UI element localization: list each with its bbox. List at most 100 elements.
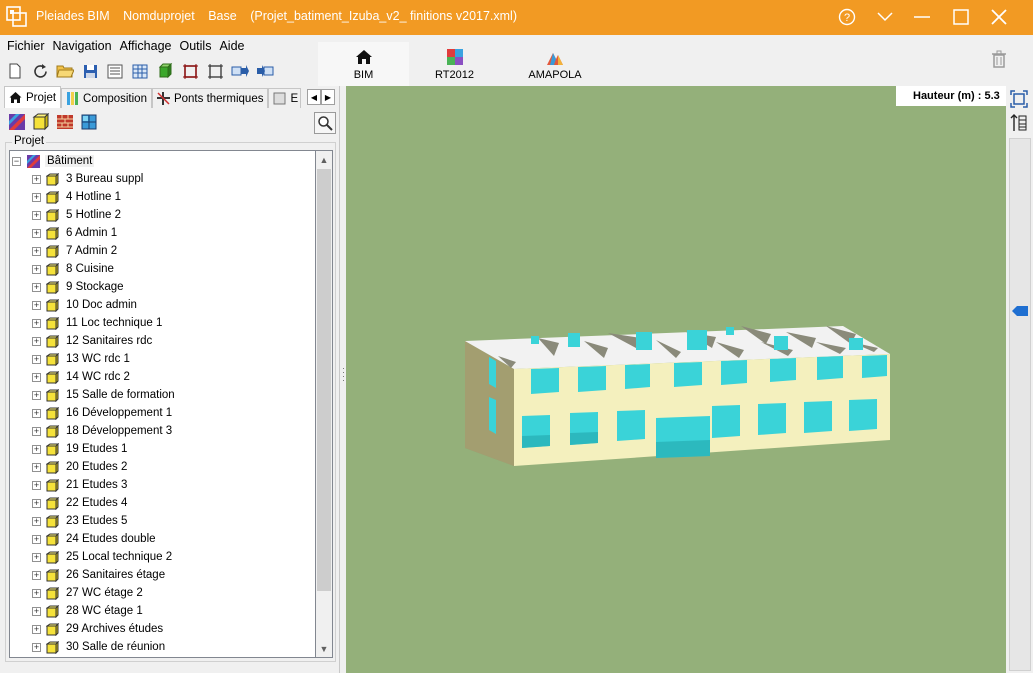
refresh-button[interactable] bbox=[29, 60, 51, 82]
expand-toggle[interactable]: + bbox=[32, 570, 41, 580]
tab-ponts-thermiques[interactable]: Ponts thermiques bbox=[151, 88, 269, 108]
expand-toggle[interactable]: + bbox=[32, 390, 41, 400]
expand-toggle[interactable]: + bbox=[32, 282, 41, 292]
expand-toggle[interactable]: + bbox=[32, 606, 41, 616]
collapse-toggle[interactable]: − bbox=[12, 156, 21, 166]
expand-toggle[interactable]: + bbox=[32, 498, 41, 508]
3d-view-button[interactable] bbox=[154, 60, 176, 82]
tree-item[interactable]: +30 Salle de réunion bbox=[32, 638, 165, 656]
height-slider[interactable] bbox=[1009, 138, 1031, 671]
expand-toggle[interactable]: + bbox=[32, 534, 41, 544]
trash-icon[interactable] bbox=[989, 49, 1009, 69]
tree-item[interactable]: +7 Admin 2 bbox=[32, 242, 117, 260]
expand-toggle[interactable]: + bbox=[32, 210, 41, 220]
wall-icon[interactable] bbox=[56, 113, 74, 131]
scroll-up-button[interactable]: ▲ bbox=[316, 151, 332, 168]
expand-toggle[interactable]: + bbox=[32, 462, 41, 472]
tab-amapola[interactable]: AMAPOLA bbox=[500, 42, 610, 86]
building-3d-model[interactable] bbox=[346, 86, 1006, 673]
tree-item[interactable]: +28 WC étage 1 bbox=[32, 602, 143, 620]
tree-item[interactable]: +20 Etudes 2 bbox=[32, 458, 127, 476]
menu-affichage[interactable]: Affichage bbox=[116, 39, 176, 53]
building-icon[interactable] bbox=[8, 113, 26, 131]
tree-item[interactable]: +29 Archives études bbox=[32, 620, 163, 638]
expand-toggle[interactable]: + bbox=[32, 642, 41, 652]
expand-toggle[interactable]: + bbox=[32, 426, 41, 436]
collapse-ribbon-button[interactable] bbox=[871, 4, 899, 30]
import-button[interactable] bbox=[254, 60, 276, 82]
frame-button[interactable] bbox=[179, 60, 201, 82]
tab-scroll-left-button[interactable]: ◀ bbox=[307, 89, 321, 105]
tree-item[interactable]: +14 WC rdc 2 bbox=[32, 368, 130, 386]
expand-toggle[interactable]: + bbox=[32, 444, 41, 454]
tree-item[interactable]: +9 Stockage bbox=[32, 278, 124, 296]
crop-button[interactable] bbox=[204, 60, 226, 82]
tree-item[interactable]: +27 WC étage 2 bbox=[32, 584, 143, 602]
tree-item[interactable]: +23 Etudes 5 bbox=[32, 512, 127, 530]
tree-item[interactable]: +26 Sanitaires étage bbox=[32, 566, 165, 584]
expand-toggle[interactable]: + bbox=[32, 174, 41, 184]
expand-toggle[interactable]: + bbox=[32, 480, 41, 490]
tree-item[interactable]: +13 WC rdc 1 bbox=[32, 350, 130, 368]
expand-toggle[interactable]: + bbox=[32, 516, 41, 526]
open-button[interactable] bbox=[54, 60, 76, 82]
search-button[interactable] bbox=[314, 112, 336, 134]
list-view-button[interactable] bbox=[104, 60, 126, 82]
tree-item[interactable]: +25 Local technique 2 bbox=[32, 548, 172, 566]
tab-bim[interactable]: BIM bbox=[318, 42, 409, 86]
tree-item[interactable]: +6 Admin 1 bbox=[32, 224, 117, 242]
tree-item[interactable]: +21 Etudes 3 bbox=[32, 476, 127, 494]
tab-rt2012[interactable]: RT2012 bbox=[409, 42, 500, 86]
tree-item[interactable]: +18 Développement 3 bbox=[32, 422, 172, 440]
expand-toggle[interactable]: + bbox=[32, 264, 41, 274]
tree-scrollbar[interactable]: ▲ ▼ bbox=[316, 150, 333, 658]
tree-item[interactable]: +11 Loc technique 1 bbox=[32, 314, 162, 332]
scroll-thumb[interactable] bbox=[317, 169, 331, 591]
expand-toggle[interactable]: + bbox=[32, 552, 41, 562]
close-button[interactable] bbox=[985, 4, 1013, 30]
save-button[interactable] bbox=[79, 60, 101, 82]
expand-toggle[interactable]: + bbox=[32, 318, 41, 328]
tree-item[interactable]: +22 Etudes 4 bbox=[32, 494, 127, 512]
tree-item[interactable]: +8 Cuisine bbox=[32, 260, 114, 278]
new-file-button[interactable] bbox=[4, 60, 26, 82]
maximize-button[interactable] bbox=[947, 4, 975, 30]
height-slider-thumb[interactable] bbox=[1012, 306, 1028, 316]
tab-composition[interactable]: Composition bbox=[61, 88, 152, 108]
expand-toggle[interactable]: + bbox=[32, 192, 41, 202]
minimize-button[interactable] bbox=[908, 4, 936, 30]
scroll-down-button[interactable]: ▼ bbox=[316, 640, 332, 657]
tab-e[interactable]: E bbox=[268, 88, 302, 108]
expand-toggle[interactable]: + bbox=[32, 246, 41, 256]
tree-item[interactable]: +15 Salle de formation bbox=[32, 386, 175, 404]
menu-outils[interactable]: Outils bbox=[176, 39, 216, 53]
tree-item[interactable]: +4 Hotline 1 bbox=[32, 188, 121, 206]
help-button[interactable]: ? bbox=[833, 4, 861, 30]
expand-toggle[interactable]: + bbox=[32, 588, 41, 598]
levels-button[interactable] bbox=[1008, 112, 1030, 134]
expand-toggle[interactable]: + bbox=[32, 408, 41, 418]
menu-aide[interactable]: Aide bbox=[215, 39, 248, 53]
menu-fichier[interactable]: Fichier bbox=[3, 39, 49, 53]
expand-toggle[interactable]: + bbox=[32, 228, 41, 238]
expand-toggle[interactable]: + bbox=[32, 372, 41, 382]
fit-view-button[interactable] bbox=[1008, 88, 1030, 110]
tree-root-batiment[interactable]: − Bâtiment bbox=[12, 152, 95, 170]
expand-toggle[interactable]: + bbox=[32, 336, 41, 346]
expand-toggle[interactable]: + bbox=[32, 300, 41, 310]
tree-item[interactable]: +12 Sanitaires rdc bbox=[32, 332, 152, 350]
tree-item[interactable]: +16 Développement 1 bbox=[32, 404, 172, 422]
tree-item[interactable]: +24 Etudes double bbox=[32, 530, 156, 548]
tree-item[interactable]: +10 Doc admin bbox=[32, 296, 137, 314]
menu-navigation[interactable]: Navigation bbox=[49, 39, 116, 53]
tree-item[interactable]: +5 Hotline 2 bbox=[32, 206, 121, 224]
3d-viewport[interactable] bbox=[346, 86, 1006, 673]
expand-toggle[interactable]: + bbox=[32, 354, 41, 364]
export-button[interactable] bbox=[229, 60, 251, 82]
tree-item[interactable]: +19 Etudes 1 bbox=[32, 440, 127, 458]
tree-item[interactable]: +3 Bureau suppl bbox=[32, 170, 143, 188]
tab-scroll-right-button[interactable]: ▶ bbox=[321, 89, 335, 105]
window-icon[interactable] bbox=[80, 113, 98, 131]
zone-icon[interactable] bbox=[32, 113, 50, 131]
table-view-button[interactable] bbox=[129, 60, 151, 82]
